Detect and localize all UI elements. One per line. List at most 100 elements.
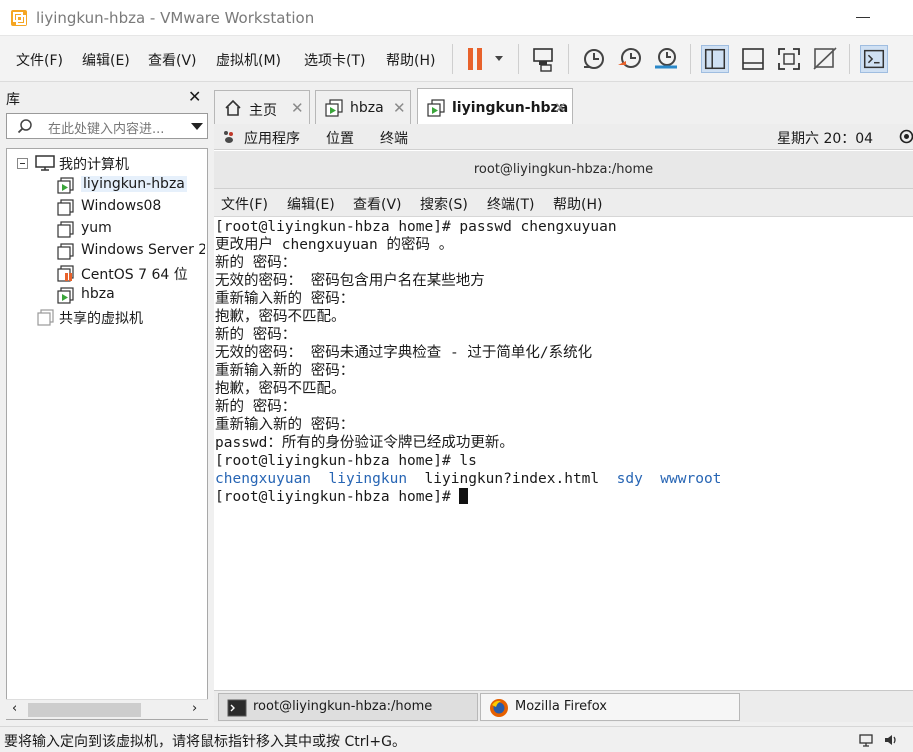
terminal-line: 更改用户 chengxuyuan 的密码 。 <box>215 237 454 253</box>
menu-edit[interactable]: 编辑(E) <box>82 50 130 70</box>
menu-help[interactable]: 帮助(H) <box>386 50 435 70</box>
scrollbar-thumb[interactable] <box>28 703 141 717</box>
home-icon <box>225 99 241 116</box>
tree-item-hbza[interactable]: hbza <box>55 284 205 306</box>
gnome-foot-icon <box>224 131 233 143</box>
gnome-clock[interactable]: 星期六 20：04 <box>777 128 873 148</box>
terminal-line: 重新输入新的 密码： <box>215 291 355 307</box>
tab-label: 主页 <box>249 103 277 119</box>
terminal-line: 抱歉，密码不匹配。 <box>215 309 346 325</box>
close-icon[interactable]: ✕ <box>554 99 567 117</box>
tab-label: hbza <box>350 100 384 116</box>
vm-icon <box>57 199 74 216</box>
minimize-icon[interactable] <box>856 17 870 18</box>
tree-item-windows-server[interactable]: Windows Server 2008 <box>55 240 205 262</box>
snapshot-manager-icon[interactable] <box>652 45 680 73</box>
fullscreen-icon[interactable] <box>775 45 803 73</box>
taskbar-item-firefox[interactable]: Mozilla Firefox <box>480 693 740 721</box>
window-titlebar: liyingkun-hbza - VMware Workstation <box>0 0 913 36</box>
terminal-menu-terminal[interactable]: 终端(T) <box>487 194 534 214</box>
gnome-terminal-menu[interactable]: 终端 <box>380 128 408 148</box>
gnome-applications-menu[interactable]: 应用程序 <box>244 128 300 148</box>
toolbar-separator <box>518 44 519 74</box>
collapse-icon[interactable] <box>17 158 28 169</box>
gnome-places-menu[interactable]: 位置 <box>326 128 354 148</box>
terminal-menu-edit[interactable]: 编辑(E) <box>287 194 335 214</box>
vm-icon <box>57 221 74 238</box>
ls-dir-sdy: sdy <box>616 471 643 487</box>
library-search-input[interactable]: 在此处键入内容进... <box>6 113 208 139</box>
tree-item-label: Windows08 <box>81 198 162 214</box>
terminal-prompt-line[interactable]: [root@liyingkun-hbza home]# <box>215 488 469 506</box>
tab-hbza[interactable]: hbza ✕ <box>315 90 411 124</box>
terminal-line: 无效的密码： 密码未通过字典检查 - 过于简单化/系统化 <box>215 345 593 361</box>
terminal-output[interactable]: [root@liyingkun-hbza home]# passwd cheng… <box>214 217 913 690</box>
toolbar-separator <box>568 44 569 74</box>
terminal-menu-search[interactable]: 搜索(S) <box>420 194 468 214</box>
ls-file-index: liyingkun?index.html <box>424 471 600 487</box>
tree-root-my-computer[interactable]: 我的计算机 <box>15 152 205 174</box>
window-title: liyingkun-hbza - VMware Workstation <box>36 9 315 27</box>
snapshot-icon[interactable] <box>580 45 608 73</box>
terminal-menu-view[interactable]: 查看(V) <box>353 194 402 214</box>
revert-snapshot-icon[interactable] <box>616 45 644 73</box>
vm-running-icon <box>57 287 74 304</box>
gnome-top-panel: 应用程序 位置 终端 星期六 20：04 <box>214 124 913 150</box>
network-icon[interactable] <box>858 732 874 748</box>
vm-running-icon <box>57 177 74 194</box>
tree-item-centos[interactable]: CentOS 7 64 位 <box>55 262 205 284</box>
terminal-titlebar: root@liyingkun-hbza:/home <box>214 151 913 189</box>
terminal-line: passwd：所有的身份验证令牌已经成功更新。 <box>215 435 514 451</box>
close-icon[interactable]: ✕ <box>393 99 406 117</box>
send-ctrl-alt-del-icon[interactable] <box>530 45 558 73</box>
show-library-icon[interactable] <box>701 45 729 73</box>
tab-liyingkun-hbza[interactable]: liyingkun-hbza ✕ <box>417 88 573 124</box>
terminal-line: 无效的密码： 密码包含用户名在某些地方 <box>215 273 485 289</box>
terminal-line: 新的 密码： <box>215 399 297 415</box>
terminal-menu-file[interactable]: 文件(F) <box>221 194 268 214</box>
close-icon[interactable]: ✕ <box>188 87 201 106</box>
tree-item-liyingkun-hbza[interactable]: liyingkun-hbza <box>55 174 205 196</box>
tree-item-windows08[interactable]: Windows08 <box>55 196 205 218</box>
tab-home[interactable]: 主页 ✕ <box>214 90 310 124</box>
unity-icon[interactable] <box>811 45 839 73</box>
terminal-line: 重新输入新的 密码： <box>215 417 355 433</box>
close-icon[interactable]: ✕ <box>291 99 304 117</box>
thumbnail-bar-icon[interactable] <box>739 45 767 73</box>
terminal-line: [root@liyingkun-hbza home]# ls <box>215 453 477 469</box>
library-header: 库 ✕ <box>0 84 212 112</box>
library-tree: 我的计算机 liyingkun-hbza Windows08 yum Windo… <box>6 148 208 720</box>
ls-dir-liyingkun: liyingkun <box>328 471 408 487</box>
chevron-down-icon[interactable] <box>191 123 203 130</box>
taskbar-label: Mozilla Firefox <box>515 699 607 714</box>
library-horizontal-scrollbar[interactable]: ‹ › <box>6 699 208 719</box>
tree-item-label: 共享的虚拟机 <box>59 311 143 327</box>
vm-suspended-icon <box>57 265 74 282</box>
menu-vm[interactable]: 虚拟机(M) <box>216 50 281 70</box>
tree-item-label: hbza <box>81 286 115 302</box>
terminal-cursor <box>459 488 469 504</box>
menu-tabs[interactable]: 选项卡(T) <box>304 50 365 70</box>
terminal-menubar: 文件(F) 编辑(E) 查看(V) 搜索(S) 终端(T) 帮助(H) <box>214 189 913 217</box>
scroll-right-icon[interactable]: › <box>192 701 197 716</box>
power-icon[interactable] <box>899 129 913 144</box>
toolbar-separator <box>849 44 850 74</box>
computer-icon <box>35 155 55 171</box>
menu-view[interactable]: 查看(V) <box>148 50 197 70</box>
tree-item-shared-vms[interactable]: 共享的虚拟机 <box>35 306 205 328</box>
status-message: 要将输入定向到该虚拟机，请将鼠标指针移入其中或按 Ctrl+G。 <box>4 734 406 750</box>
tree-item-label: liyingkun-hbza <box>81 176 187 192</box>
scroll-left-icon[interactable]: ‹ <box>12 701 17 716</box>
console-view-icon[interactable] <box>860 45 888 73</box>
terminal-line: 重新输入新的 密码： <box>215 363 355 379</box>
sound-icon[interactable] <box>883 732 899 748</box>
shared-vm-icon <box>37 309 54 326</box>
pause-icon[interactable] <box>463 45 507 73</box>
taskbar-item-terminal[interactable]: root@liyingkun-hbza:/home <box>218 693 478 721</box>
vm-tab-strip: 主页 ✕ hbza ✕ liyingkun-hbza ✕ <box>214 88 913 124</box>
vm-console[interactable]: 应用程序 位置 终端 星期六 20：04 root@liyingkun-hbza… <box>214 124 913 690</box>
menu-file[interactable]: 文件(F) <box>16 50 63 70</box>
tree-item-yum[interactable]: yum <box>55 218 205 240</box>
vm-running-icon <box>427 99 445 117</box>
terminal-menu-help[interactable]: 帮助(H) <box>553 194 602 214</box>
